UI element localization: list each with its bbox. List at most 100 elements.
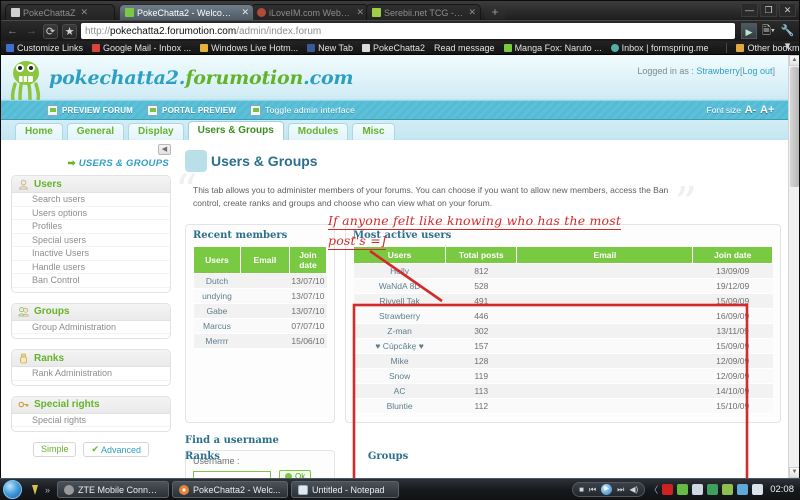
close-icon[interactable]: ✕ bbox=[468, 7, 476, 18]
bookmark-item[interactable]: Manga Fox: Naruto ... bbox=[503, 43, 602, 53]
browser-tab-0[interactable]: PokeChattaZ ✕ bbox=[5, 4, 115, 20]
page-menu-icon[interactable]: 🗎▾ bbox=[761, 24, 776, 39]
media-stop-icon[interactable]: ■ bbox=[579, 485, 584, 494]
table-row[interactable]: Bluntie 112 15/10/09 bbox=[353, 398, 773, 414]
tab-display[interactable]: Display bbox=[128, 123, 184, 140]
minimize-button[interactable]: — bbox=[741, 3, 758, 17]
table-row[interactable]: AC 113 14/10/09 bbox=[353, 383, 773, 399]
close-icon[interactable]: ✕ bbox=[356, 7, 364, 18]
taskbar-clock[interactable]: 02:08 bbox=[767, 484, 794, 495]
bookmark-item[interactable]: New Tab bbox=[307, 43, 353, 53]
username-input[interactable] bbox=[193, 470, 271, 478]
tab-modules[interactable]: Modules bbox=[287, 123, 349, 140]
table-row[interactable]: WaNdA 8D 528 19/12/09 bbox=[353, 278, 773, 294]
cell-user[interactable]: Merrrr bbox=[193, 333, 241, 349]
cell-user[interactable]: Strawberry bbox=[353, 308, 446, 324]
cell-user[interactable]: Dutch bbox=[193, 273, 241, 289]
portal-preview-button[interactable]: PORTAL PREVIEW bbox=[147, 104, 236, 116]
new-tab-button[interactable]: + bbox=[485, 6, 505, 19]
bookmark-item[interactable]: PokeChatta2 bbox=[361, 43, 425, 53]
sidebar-collapse-button[interactable]: ◀ bbox=[158, 144, 171, 155]
column-header-join-date[interactable]: Join date bbox=[288, 246, 328, 274]
tab-misc[interactable]: Misc bbox=[352, 123, 395, 140]
taskbar-button-notepad[interactable]: Untitled - Notepad bbox=[291, 481, 400, 498]
mode-advanced-button[interactable]: ✔ Advanced bbox=[83, 442, 150, 457]
browser-tab-3[interactable]: Serebii.net TCG - Jungle ✕ bbox=[366, 4, 481, 20]
scroll-up-icon[interactable]: ▲ bbox=[789, 55, 799, 66]
sidebar-item-special-rights[interactable]: Special rights bbox=[12, 414, 170, 427]
bookmark-item[interactable]: Read message bbox=[434, 43, 495, 53]
start-button[interactable] bbox=[3, 480, 22, 499]
wireless-icon[interactable] bbox=[737, 484, 749, 495]
network-icon[interactable] bbox=[692, 484, 704, 495]
media-prev-icon[interactable]: ⏮ bbox=[589, 485, 596, 495]
column-header-users[interactable]: Users bbox=[193, 246, 241, 274]
taskbar-button-chrome[interactable]: PokeChatta2 - Welc... bbox=[172, 481, 289, 498]
scroll-down-icon[interactable]: ▼ bbox=[789, 467, 799, 478]
back-icon[interactable]: ← bbox=[5, 24, 20, 39]
column-header-email[interactable]: Email bbox=[239, 246, 290, 274]
column-header-total-posts[interactable]: Total posts bbox=[445, 246, 518, 264]
taskbar-button-zte[interactable]: ZTE Mobile Connec... bbox=[57, 481, 170, 498]
column-header-join-date[interactable]: Join date bbox=[692, 246, 773, 264]
column-header-users[interactable]: Users bbox=[352, 246, 447, 264]
bookmark-item[interactable]: Customize Links bbox=[6, 43, 83, 53]
cell-user[interactable]: ♥ Cúpcâkę ♥ bbox=[353, 338, 446, 354]
scrollbar-thumb[interactable] bbox=[790, 67, 799, 187]
font-smaller-button[interactable]: A- bbox=[744, 104, 757, 117]
cell-user[interactable]: Bluntie bbox=[353, 398, 446, 414]
cell-user[interactable]: Gabe bbox=[193, 303, 241, 319]
sidebar-item-search-users[interactable]: Search users bbox=[12, 193, 170, 207]
tray-overflow-icon[interactable]: 〈 bbox=[649, 483, 658, 496]
sidebar-item-users-options[interactable]: Users options bbox=[12, 207, 170, 220]
maximize-button[interactable]: ❐ bbox=[760, 3, 777, 17]
font-larger-button[interactable]: A+ bbox=[760, 104, 774, 117]
cell-user[interactable]: AC bbox=[353, 383, 446, 399]
table-row[interactable]: Gabe 13/07/10 bbox=[193, 303, 327, 319]
tab-general[interactable]: General bbox=[66, 123, 125, 140]
bookmark-item[interactable]: Google Mail - Inbox ... bbox=[92, 43, 191, 53]
cell-user[interactable]: WaNdA 8D bbox=[353, 278, 446, 294]
mode-simple-button[interactable]: Simple bbox=[32, 442, 77, 457]
bookmark-item[interactable]: Windows Live Hotm... bbox=[200, 43, 298, 53]
speaker-icon[interactable] bbox=[752, 484, 764, 495]
browser-tab-2[interactable]: iLoveIM.com Web-based... ✕ bbox=[251, 4, 369, 20]
toggle-admin-interface-button[interactable]: Toggle admin interface bbox=[250, 104, 355, 116]
battery-icon[interactable] bbox=[722, 484, 734, 495]
forward-icon[interactable]: → bbox=[24, 24, 39, 39]
sidebar-item-special-users[interactable]: Special users bbox=[12, 234, 170, 247]
cell-user[interactable]: Z-man bbox=[353, 323, 446, 339]
sidebar-item-handle-users[interactable]: Handle users bbox=[12, 261, 170, 274]
bookmark-star-icon[interactable]: ★ bbox=[62, 23, 77, 39]
shield-icon[interactable] bbox=[707, 484, 719, 495]
cell-user[interactable]: undying bbox=[193, 288, 241, 304]
sidebar-item-profiles[interactable]: Profiles bbox=[12, 220, 170, 234]
logged-in-username[interactable]: Strawberry bbox=[696, 66, 740, 76]
cell-user[interactable]: Mike bbox=[353, 353, 446, 369]
wrench-menu-icon[interactable]: 🔧▾ bbox=[780, 24, 795, 52]
sidebar-item-inactive-users[interactable]: Inactive Users bbox=[12, 247, 170, 261]
sidebar-item-rank-administration[interactable]: Rank Administration bbox=[12, 367, 170, 381]
close-icon[interactable]: ✕ bbox=[81, 7, 89, 18]
media-next-icon[interactable]: ⏭ bbox=[617, 485, 624, 495]
table-row[interactable]: Strawberry 446 16/09/09 bbox=[353, 308, 773, 324]
cell-user[interactable]: Holly bbox=[353, 263, 446, 279]
table-row[interactable]: Holly 812 13/09/09 bbox=[353, 263, 773, 279]
close-icon[interactable]: ✕ bbox=[241, 7, 249, 18]
reload-icon[interactable]: ⟳ bbox=[43, 23, 58, 39]
column-header-email[interactable]: Email bbox=[516, 246, 694, 264]
cell-user[interactable]: Marcus bbox=[193, 318, 241, 334]
logout-link[interactable]: Log out bbox=[742, 66, 772, 76]
table-row[interactable]: Mike 128 12/09/09 bbox=[353, 353, 773, 369]
table-row[interactable]: Z-man 302 13/11/09 bbox=[353, 323, 773, 339]
media-volume-icon[interactable]: ◀) bbox=[629, 485, 638, 494]
utorrent-icon[interactable] bbox=[677, 484, 689, 495]
table-row[interactable]: ♥ Cúpcâkę ♥ 157 15/09/09 bbox=[353, 338, 773, 354]
go-button[interactable]: ▶ bbox=[741, 23, 757, 39]
media-play-icon[interactable]: ▶ bbox=[601, 484, 613, 495]
ok-button[interactable]: Ok bbox=[279, 470, 312, 478]
table-row[interactable]: Dutch 13/07/10 bbox=[193, 273, 327, 289]
table-row[interactable]: Marcus 07/07/10 bbox=[193, 318, 327, 334]
cell-user[interactable]: Rivvell Tak bbox=[353, 293, 446, 309]
tab-users-and-groups[interactable]: Users & Groups bbox=[187, 121, 284, 140]
